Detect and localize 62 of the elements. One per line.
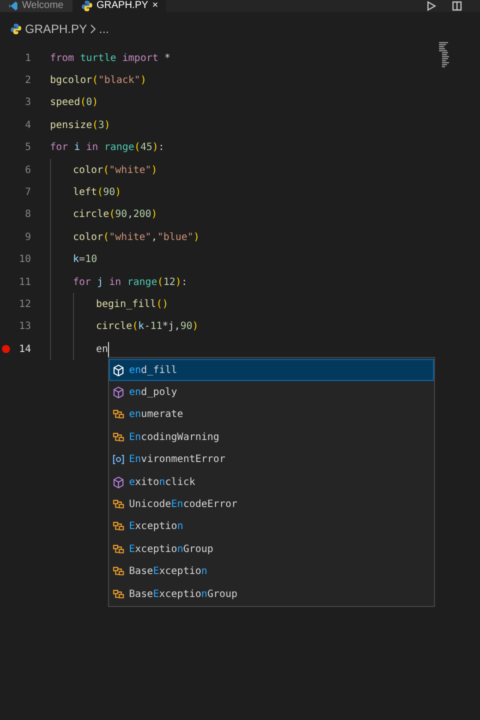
line-number: 4 xyxy=(24,120,31,131)
line-number: 2 xyxy=(24,75,31,86)
code-line: color("white") xyxy=(73,164,158,176)
suggestion-item[interactable]: exitonclick xyxy=(109,470,434,494)
line-number: 13 xyxy=(18,321,31,332)
editor-tab[interactable]: Welcome xyxy=(0,0,72,12)
suggestion-item[interactable]: Exception xyxy=(109,516,434,538)
line-number: 5 xyxy=(24,142,31,154)
code-line: left(90) xyxy=(73,187,122,198)
cube-icon xyxy=(112,386,125,400)
code-line: circle(k-11*j,90) xyxy=(96,321,198,332)
code-line: color("white","blue") xyxy=(73,232,200,243)
line-number: 8 xyxy=(24,209,31,220)
line-number: 6 xyxy=(24,164,31,176)
suggestion-item[interactable]: BaseException xyxy=(109,560,434,583)
editor-logo-icon xyxy=(8,1,18,11)
chevron-icon xyxy=(90,24,96,34)
code-line: k=10 xyxy=(73,254,98,266)
code-line: circle(90,200) xyxy=(73,209,158,220)
line-number: 3 xyxy=(24,97,31,108)
code-line: for i in range(45): xyxy=(50,142,164,154)
line-number: 1 xyxy=(24,52,31,64)
class-icon xyxy=(112,498,125,512)
class-icon xyxy=(112,565,125,578)
suggestion-item[interactable]: EncodingWarning xyxy=(109,426,434,449)
suggestion-item[interactable]: end_fill xyxy=(109,359,434,382)
play-icon[interactable] xyxy=(426,1,436,11)
code-line: en xyxy=(96,342,110,357)
python-icon xyxy=(80,0,92,12)
split-editor-icon[interactable] xyxy=(452,1,462,11)
class-icon xyxy=(112,542,125,556)
class-icon xyxy=(112,588,125,601)
close-icon[interactable]: × xyxy=(152,1,158,11)
code-line: from turtle import * xyxy=(50,52,170,64)
code-line: bgcolor("black") xyxy=(50,75,146,86)
line-number: 14 xyxy=(18,344,31,355)
breadcrumb-file[interactable]: GRAPH.PY xyxy=(25,22,88,36)
suggestion-item[interactable]: UnicodeEncodeError xyxy=(109,493,434,516)
line-number: 10 xyxy=(18,254,31,266)
line-number: 7 xyxy=(24,187,31,198)
class-icon xyxy=(112,408,125,422)
cube-icon xyxy=(112,364,125,377)
line-number: 12 xyxy=(18,298,31,310)
suggestion-item[interactable]: enumerate xyxy=(109,404,434,426)
line-number: 11 xyxy=(18,276,31,288)
variable-icon xyxy=(112,453,125,466)
editor-tab[interactable]: GRAPH.PY × xyxy=(72,0,166,12)
breakpoint-dot[interactable] xyxy=(2,345,10,354)
suggestion-item[interactable]: BaseExceptionGroup xyxy=(109,582,434,606)
breadcrumb-item[interactable]: ... xyxy=(99,22,110,36)
cube-icon xyxy=(112,476,125,489)
class-icon xyxy=(112,520,125,534)
suggestion-item[interactable]: ExceptionGroup xyxy=(109,538,434,561)
code-line: for j in range(12): xyxy=(73,276,188,288)
class-icon xyxy=(112,430,125,444)
suggestion-item[interactable]: end_poly xyxy=(109,381,434,404)
suggestion-item[interactable]: EnvironmentError xyxy=(109,448,434,471)
python-icon xyxy=(10,23,22,35)
line-number: 9 xyxy=(24,232,31,243)
code-line: pensize(3) xyxy=(50,120,110,131)
code-line: begin_fill() xyxy=(96,298,168,310)
code-line: speed(0) xyxy=(50,97,98,108)
